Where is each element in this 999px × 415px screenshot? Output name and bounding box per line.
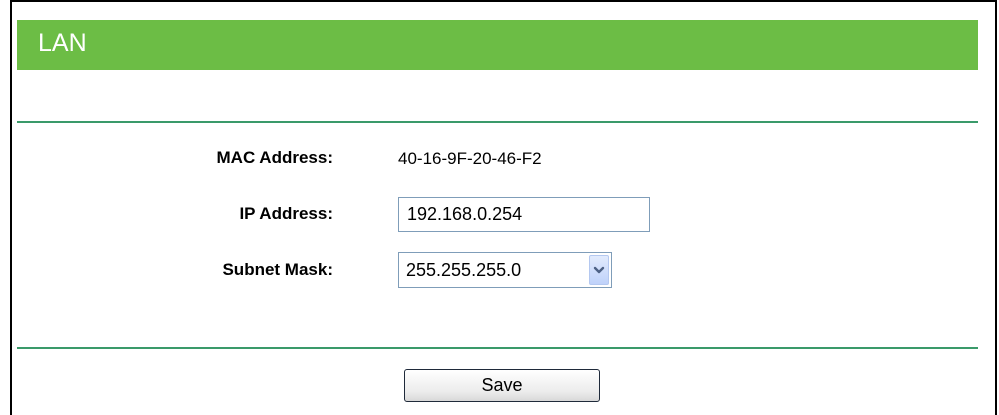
- ip-address-label: IP Address:: [239, 204, 333, 223]
- subnet-mask-label: Subnet Mask:: [222, 260, 333, 279]
- subnet-mask-select[interactable]: 255.255.255.0: [398, 252, 612, 288]
- mac-address-value: 40-16-9F-20-46-F2: [398, 149, 542, 168]
- section-header: LAN: [17, 20, 978, 70]
- ip-address-input[interactable]: [398, 197, 650, 232]
- mac-address-label: MAC Address:: [216, 148, 334, 167]
- bottom-divider: [17, 347, 978, 349]
- section-title: LAN: [38, 29, 87, 57]
- subnet-mask-selected-value: 255.255.255.0: [406, 260, 522, 280]
- save-button[interactable]: Save: [404, 369, 600, 402]
- top-divider: [17, 121, 978, 123]
- chevron-down-icon[interactable]: [589, 255, 609, 285]
